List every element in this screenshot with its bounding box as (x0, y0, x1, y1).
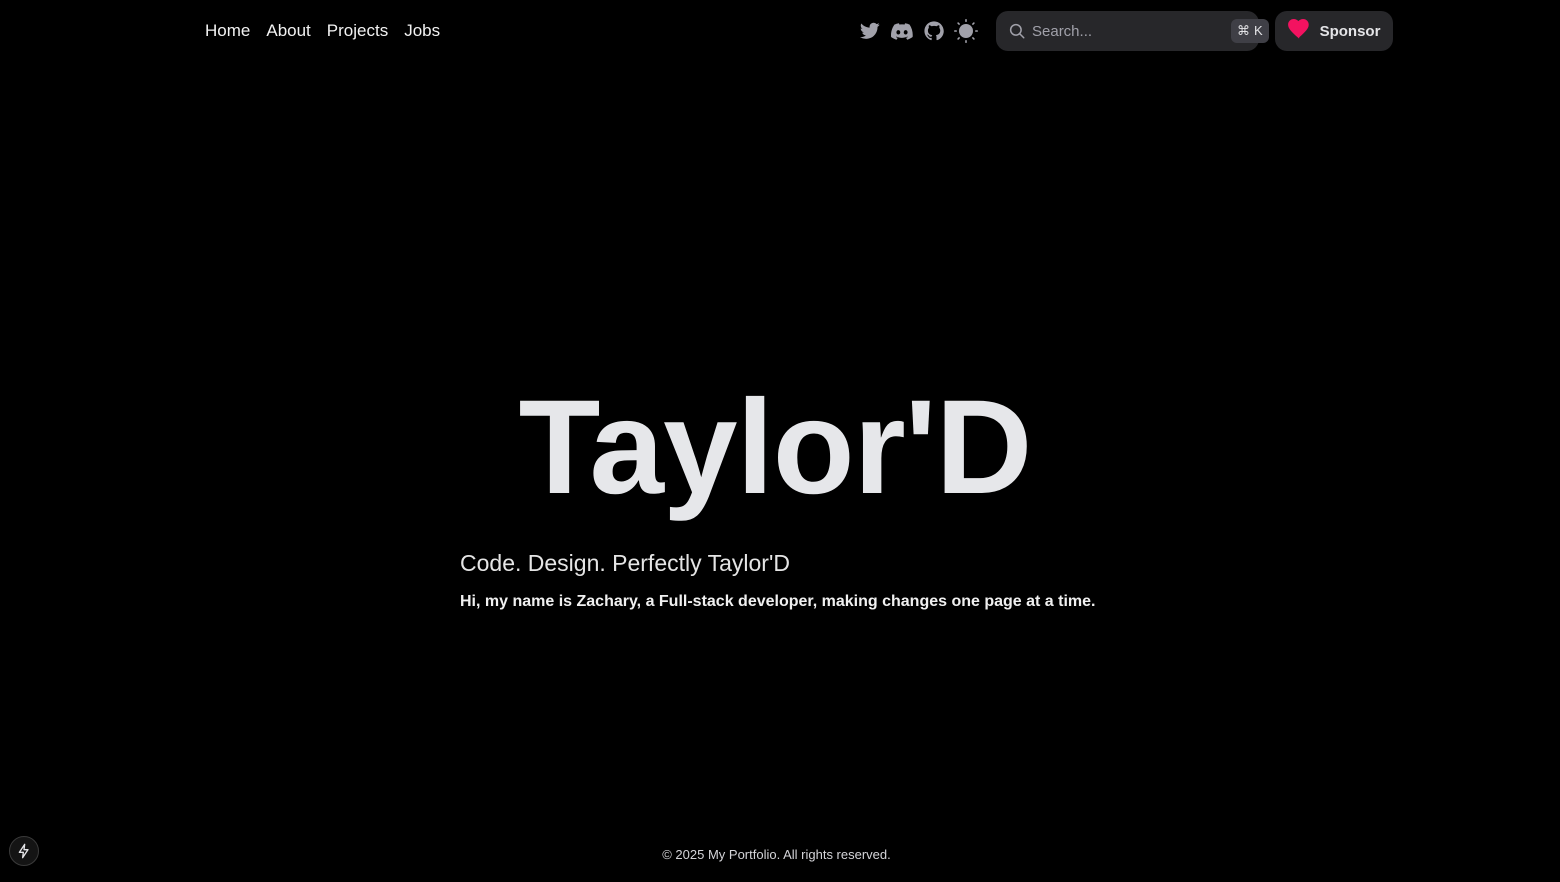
hero-subtitle: Code. Design. Perfectly Taylor'D (460, 550, 790, 576)
discord-icon[interactable] (890, 19, 914, 43)
nav-links: Home About Projects Jobs (205, 19, 456, 43)
navbar: Home About Projects Jobs Search... ⌘ K S… (0, 0, 1560, 64)
lightning-icon[interactable] (9, 836, 39, 866)
nav-actions: ⌘ K Sponsor (858, 11, 1393, 51)
footer-copyright: © 2025 My Portfolio. All rights reserved… (662, 847, 891, 862)
command-key-symbol: ⌘ (1237, 23, 1250, 38)
github-icon[interactable] (922, 19, 946, 43)
search-icon (1008, 22, 1026, 40)
sun-icon[interactable] (954, 19, 978, 43)
shortcut-key: K (1254, 23, 1263, 38)
search-input[interactable] (1032, 22, 1231, 40)
keyboard-shortcut: ⌘ K (1231, 19, 1269, 43)
nav-link-projects[interactable]: Projects (327, 19, 388, 43)
page: Home About Projects Jobs Search... ⌘ K S… (0, 0, 1560, 882)
search-box[interactable]: ⌘ K (996, 11, 1269, 51)
hero-description: Hi, my name is Zachary, a Full-stack dev… (460, 593, 1096, 610)
nav-link-jobs[interactable]: Jobs (404, 19, 440, 43)
sponsor-label: Sponsor (1319, 22, 1381, 40)
nav-link-about[interactable]: About (266, 19, 310, 43)
twitter-icon[interactable] (858, 19, 882, 43)
nav-link-home[interactable]: Home (205, 19, 250, 43)
heart-icon (1287, 19, 1310, 43)
hero-title: Taylor'D (518, 373, 1033, 522)
sponsor-button[interactable]: Sponsor (1275, 11, 1393, 51)
